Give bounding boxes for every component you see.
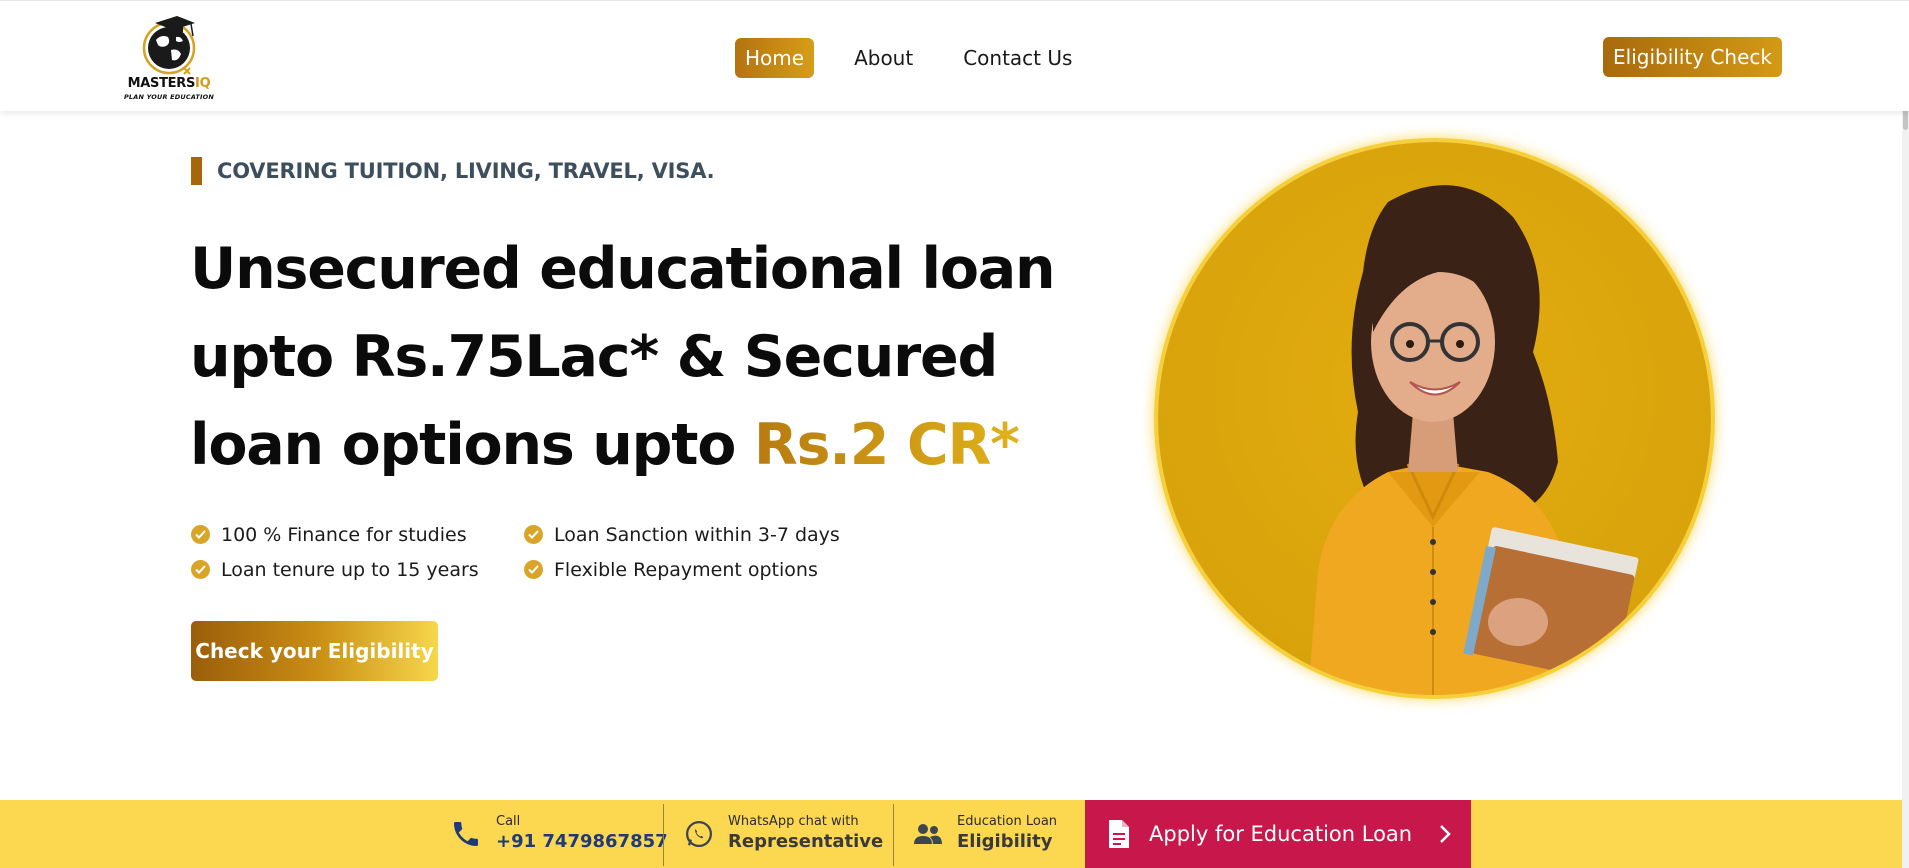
people-icon — [913, 821, 943, 847]
eligibility-value: Eligibility — [957, 831, 1053, 852]
divider — [893, 804, 894, 866]
check-eligibility-button[interactable]: Check your Eligibility — [191, 621, 438, 681]
eligibility-item[interactable]: Education Loan Eligibility — [913, 800, 1057, 868]
chevron-right-icon — [1438, 823, 1452, 845]
divider — [663, 804, 664, 866]
main-nav: Home About Contact Us — [735, 38, 1112, 78]
call-item[interactable]: Call +91 7479867857 — [450, 800, 668, 868]
whatsapp-icon — [684, 819, 714, 849]
call-number: +91 7479867857 — [496, 831, 668, 852]
feature-item: 100 % Finance for studies — [191, 522, 524, 547]
brand-name: MASTERSIQ — [127, 76, 211, 91]
call-label: Call — [496, 814, 521, 829]
nav-about[interactable]: About — [844, 38, 923, 78]
feature-text: Flexible Repayment options — [554, 558, 818, 581]
headline-line-3: loan options upto — [190, 412, 754, 478]
headline-highlight: Rs.2 CR* — [753, 412, 1020, 478]
feature-list: 100 % Finance for studies Loan Sanction … — [191, 522, 891, 582]
check-circle-icon — [191, 525, 210, 544]
feature-text: 100 % Finance for studies — [221, 523, 467, 546]
kicker-bar — [191, 157, 202, 185]
brand-tagline: PLAN YOUR EDUCATION — [123, 93, 215, 101]
whatsapp-item[interactable]: WhatsApp chat with Representative — [684, 800, 883, 868]
feature-item: Loan tenure up to 15 years — [191, 557, 524, 582]
check-circle-icon — [191, 560, 210, 579]
apply-label: Apply for Education Loan — [1149, 822, 1413, 846]
check-circle-icon — [524, 560, 543, 579]
hero-headline: Unsecured educational loan upto Rs.75Lac… — [190, 225, 1090, 489]
feature-item: Loan Sanction within 3-7 days — [524, 522, 864, 547]
site-header: MASTERSIQ PLAN YOUR EDUCATION Home About… — [0, 0, 1909, 111]
eligibility-check-button[interactable]: Eligibility Check — [1603, 37, 1782, 77]
feature-text: Loan Sanction within 3-7 days — [554, 523, 840, 546]
check-circle-icon — [524, 525, 543, 544]
headline-line-2: upto Rs.75Lac* & Secured — [190, 324, 998, 390]
student-illustration — [1308, 185, 1639, 695]
headline-line-1: Unsecured educational loan — [190, 236, 1056, 302]
document-icon — [1107, 819, 1131, 849]
hero-kicker: COVERING TUITION, LIVING, TRAVEL, VISA. — [191, 157, 715, 185]
eligibility-label: Education Loan — [957, 814, 1058, 829]
kicker-text: COVERING TUITION, LIVING, TRAVEL, VISA. — [217, 159, 715, 183]
hero-portrait — [1158, 142, 1711, 695]
feature-item: Flexible Repayment options — [524, 557, 864, 582]
globe-logo-icon — [142, 16, 196, 75]
phone-icon — [450, 818, 482, 850]
whatsapp-value: Representative — [728, 831, 884, 852]
nav-home[interactable]: Home — [735, 38, 815, 78]
nav-contact-us[interactable]: Contact Us — [953, 38, 1082, 78]
feature-text: Loan tenure up to 15 years — [221, 558, 479, 581]
page-scrollbar[interactable] — [1902, 0, 1909, 868]
apply-education-loan-button[interactable]: Apply for Education Loan — [1085, 800, 1471, 868]
whatsapp-label: WhatsApp chat with — [728, 814, 859, 829]
brand-logo[interactable]: MASTERSIQ PLAN YOUR EDUCATION — [121, 10, 217, 106]
contact-bar: Call +91 7479867857 WhatsApp chat with R… — [0, 800, 1902, 868]
